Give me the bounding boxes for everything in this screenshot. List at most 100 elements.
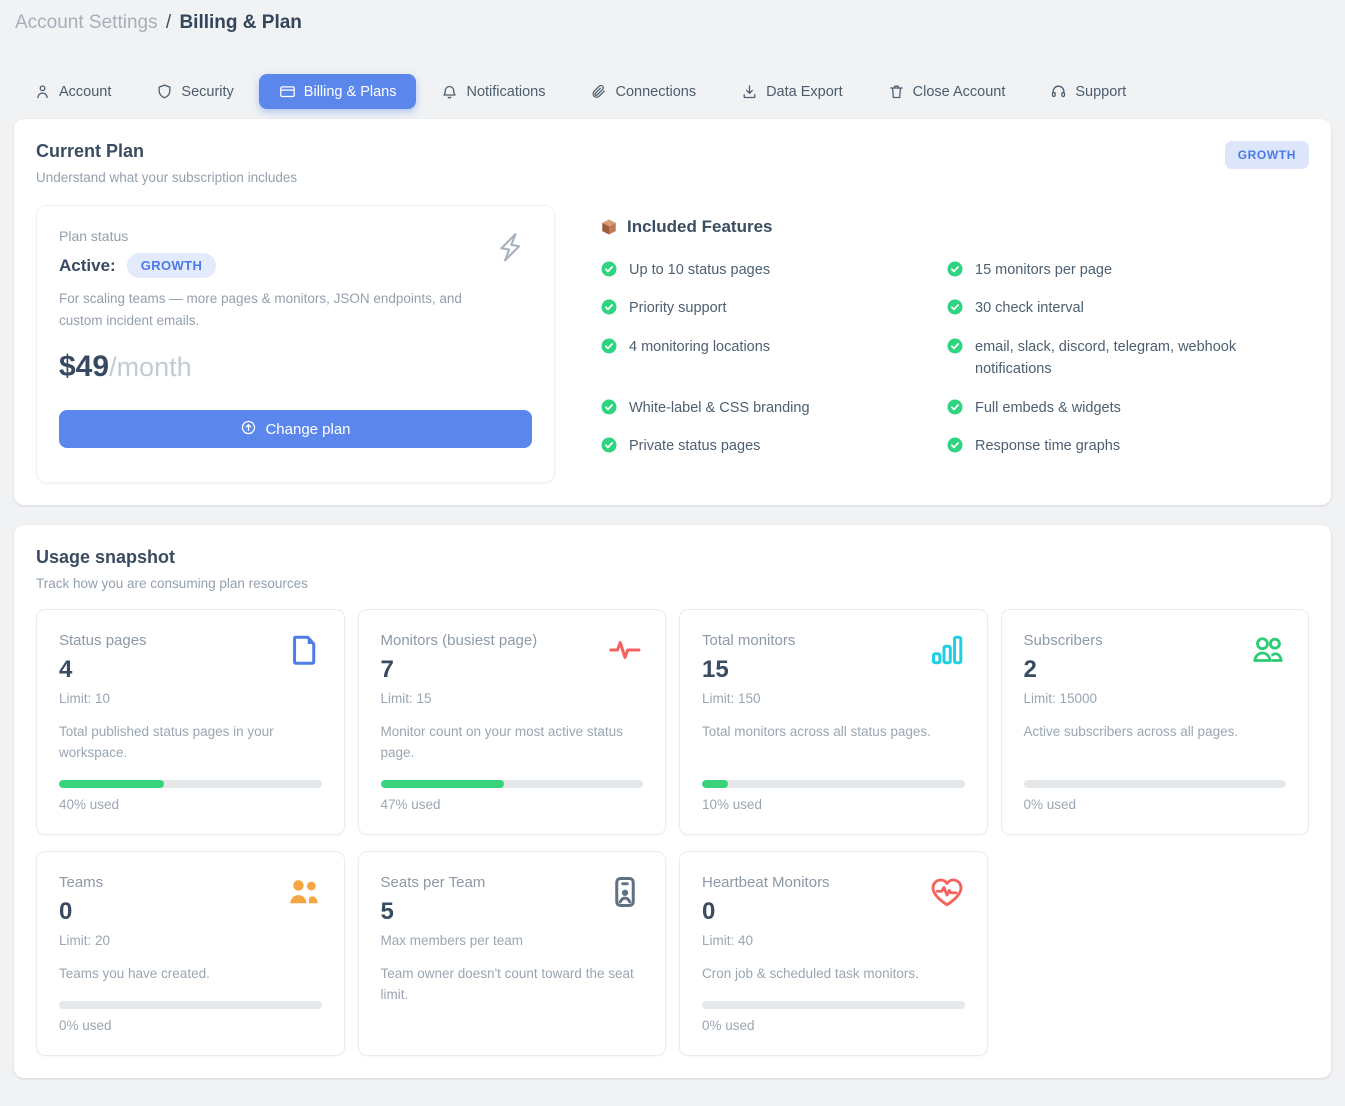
usage-card-description: Team owner doesn't count toward the seat…	[381, 964, 644, 1006]
usage-card-value: 4	[59, 656, 147, 684]
feature-item: Priority support	[600, 297, 946, 319]
progress-track	[702, 1001, 965, 1009]
feature-item: email, slack, discord, telegram, webhook…	[946, 336, 1309, 381]
link-icon	[590, 83, 607, 100]
usage-card-teams: Teams0Limit: 20Teams you have created.0%…	[36, 851, 345, 1056]
progress-track	[381, 780, 644, 788]
usage-card-value: 0	[702, 898, 830, 926]
usage-card-description: Total monitors across all status pages.	[702, 722, 965, 743]
tab-label: Data Export	[766, 84, 843, 100]
tab-connections[interactable]: Connections	[570, 74, 716, 109]
headset-icon	[1050, 83, 1067, 100]
price-period: /month	[109, 352, 192, 382]
breadcrumb: Account Settings / Billing & Plan	[14, 10, 1331, 36]
usage-card-value: 5	[381, 898, 524, 926]
tab-label: Notifications	[466, 84, 545, 100]
plan-badge: GROWTH	[1225, 141, 1309, 169]
usage-card-status-pages: Status pages4Limit: 10Total published st…	[36, 609, 345, 835]
feature-item: 15 monitors per page	[946, 259, 1309, 281]
tab-label: Billing & Plans	[304, 84, 397, 100]
progress-track	[1024, 780, 1287, 788]
billing-plan-page: Account Settings / Billing & Plan Accoun…	[0, 0, 1345, 1092]
breadcrumb-section[interactable]: Account Settings	[15, 12, 158, 33]
usage-card-limit: Limit: 20	[59, 933, 110, 948]
heart-pulse-icon	[929, 874, 965, 910]
file-icon	[286, 632, 322, 668]
usage-card-label: Heartbeat Monitors	[702, 874, 830, 891]
tab-data-export[interactable]: Data Export	[721, 74, 863, 109]
tab-notifications[interactable]: Notifications	[421, 74, 565, 109]
usage-title: Usage snapshot	[36, 547, 1309, 568]
usage-card-description: Cron job & scheduled task monitors.	[702, 964, 965, 985]
feature-label: email, slack, discord, telegram, webhook…	[975, 336, 1281, 381]
usage-card-limit: Limit: 150	[702, 691, 795, 706]
plan-price: $49/month	[59, 347, 532, 392]
feature-label: 30 check interval	[975, 297, 1084, 319]
feature-item: 4 monitoring locations	[600, 336, 946, 381]
credit-card-icon	[279, 83, 296, 100]
current-plan-card: Current Plan Understand what your subscr…	[14, 119, 1331, 505]
usage-percent-label: 40% used	[59, 797, 322, 812]
feature-item: Up to 10 status pages	[600, 259, 946, 281]
progress-fill	[59, 780, 164, 788]
usage-progress: 47% used	[381, 764, 644, 812]
feature-item: Private status pages	[600, 435, 946, 457]
usage-card-seats-per-team: Seats per Team 5 Max members per team Team …	[358, 851, 667, 1056]
tab-label: Close Account	[913, 84, 1006, 100]
change-plan-label: Change plan	[265, 421, 350, 438]
tab-account[interactable]: Account	[14, 74, 131, 109]
usage-subtitle: Track how you are consuming plan resourc…	[36, 576, 1309, 591]
download-icon	[741, 83, 758, 100]
usage-percent-label: 0% used	[59, 1018, 322, 1033]
check-circle-icon	[946, 336, 964, 355]
usage-progress: 0% used	[59, 985, 322, 1033]
usage-card-value: 2	[1024, 656, 1103, 684]
usage-card-limit: Max members per team	[381, 933, 524, 948]
bar-chart-icon	[929, 632, 965, 668]
breadcrumb-separator: /	[166, 12, 171, 33]
usage-card-value: 15	[702, 656, 795, 684]
plan-status-badge: GROWTH	[127, 253, 217, 278]
usage-card-description: Teams you have created.	[59, 964, 322, 985]
usage-percent-label: 10% used	[702, 797, 965, 812]
usage-card-label: Monitors (busiest page)	[381, 632, 538, 649]
feature-label: Up to 10 status pages	[629, 259, 770, 281]
tab-close-account[interactable]: Close Account	[868, 74, 1026, 109]
current-plan-title: Current Plan	[36, 141, 297, 162]
check-circle-icon	[946, 297, 964, 316]
usage-card-limit: Limit: 15	[381, 691, 538, 706]
tab-security[interactable]: Security	[136, 74, 253, 109]
usage-card-total-monitors: Total monitors15Limit: 150Total monitors…	[679, 609, 988, 835]
tab-label: Connections	[615, 84, 696, 100]
check-circle-icon	[600, 336, 618, 355]
tab-billing-plans[interactable]: Billing & Plans	[259, 74, 417, 109]
usage-percent-label: 0% used	[1024, 797, 1287, 812]
change-plan-button[interactable]: Change plan	[59, 410, 532, 448]
usage-card-monitors-busiest-page: Monitors (busiest page)7Limit: 15Monitor…	[358, 609, 667, 835]
usage-percent-label: 47% used	[381, 797, 644, 812]
feature-label: 4 monitoring locations	[629, 336, 770, 358]
usage-card-label: Subscribers	[1024, 632, 1103, 649]
usage-progress: 0% used	[1024, 764, 1287, 812]
tab-support[interactable]: Support	[1030, 74, 1146, 109]
id-badge-icon	[607, 874, 643, 910]
progress-track	[702, 780, 965, 788]
feature-item: 30 check interval	[946, 297, 1309, 319]
feature-label: Response time graphs	[975, 435, 1120, 457]
team-icon	[286, 874, 322, 910]
usage-card-heartbeat-monitors: Heartbeat Monitors0Limit: 40Cron job & s…	[679, 851, 988, 1056]
zap-icon	[491, 227, 530, 266]
progress-fill	[381, 780, 504, 788]
check-circle-icon	[600, 297, 618, 316]
feature-item: White-label & CSS branding	[600, 397, 946, 419]
current-plan-subtitle: Understand what your subscription includ…	[36, 170, 297, 185]
arrow-up-circle-icon	[240, 419, 257, 440]
plan-status-label: Plan status	[59, 228, 532, 244]
usage-card-label: Seats per Team	[381, 874, 524, 891]
progress-fill	[702, 780, 728, 788]
check-circle-icon	[600, 397, 618, 416]
plan-status-card: Plan status Active: GROWTH For scaling t…	[36, 205, 555, 483]
included-features-title: Included Features	[627, 217, 772, 237]
progress-track	[59, 1001, 322, 1009]
check-circle-icon	[946, 259, 964, 278]
